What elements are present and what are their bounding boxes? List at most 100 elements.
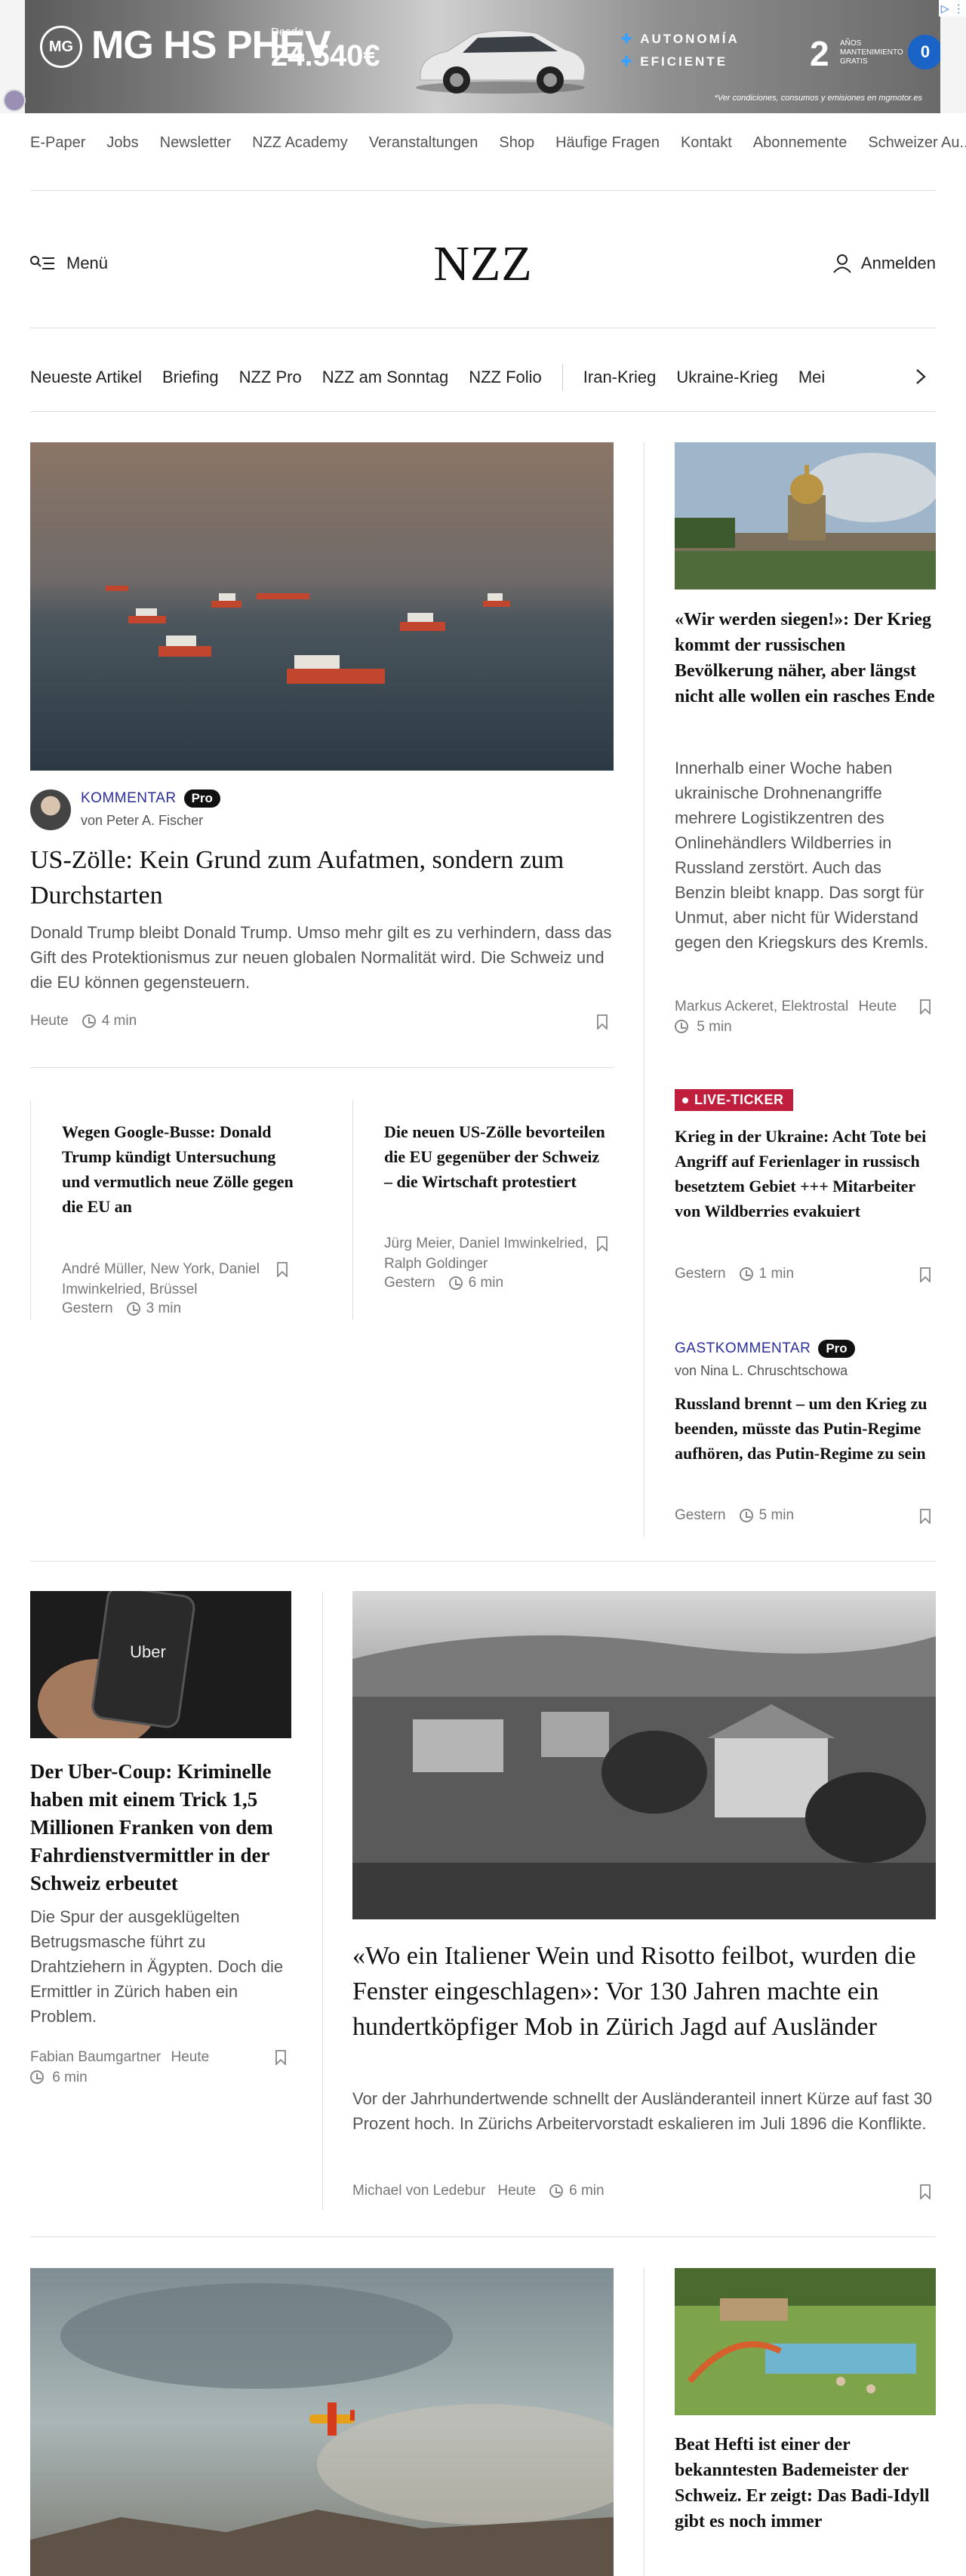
bookmark-icon[interactable]: [276, 1262, 288, 1277]
clock-icon: [549, 2184, 564, 2198]
login-button[interactable]: Anmelden: [832, 254, 936, 273]
section-nav-fade: [830, 355, 913, 400]
sub-story-2-date: Gestern: [384, 1275, 435, 1291]
site-logo[interactable]: NZZ: [0, 235, 966, 293]
plane-story-image[interactable]: [30, 2268, 614, 2576]
util-link-events[interactable]: Veranstaltungen: [369, 134, 478, 152]
column-divider: [644, 442, 645, 1537]
util-link-subscriptions[interactable]: Abonnemente: [753, 134, 848, 152]
kicker-label[interactable]: KOMMENTAR: [81, 790, 177, 807]
lead-story-kicker-row: KOMMENTAR Pro: [81, 789, 220, 808]
live-dot-icon: [682, 1097, 688, 1103]
util-link-swiss[interactable]: Schweizer Au...: [868, 134, 966, 152]
ad-banner[interactable]: MG MG HS PHEV Desde 24.540€ ✚ AUTONOMÍA ✚…: [0, 0, 966, 113]
clock-icon: [126, 1302, 140, 1316]
bookmark-icon[interactable]: [919, 999, 931, 1014]
card-border: [352, 1100, 353, 1319]
bookmark-icon[interactable]: [919, 2184, 931, 2199]
section-link-briefing[interactable]: Briefing: [162, 368, 219, 387]
bath-story-title[interactable]: Beat Hefti ist einer der bekanntesten Ba…: [675, 2432, 936, 2534]
sub-story-1-authors: André Müller, New York, Daniel Imwinkelr…: [62, 1261, 260, 1297]
topic-link-ukraine[interactable]: Ukraine-Krieg: [676, 368, 778, 387]
guest-story-meta: Gestern 5 min: [675, 1507, 794, 1524]
side-story-title[interactable]: «Wir werden siegen!»: Der Krieg kommt de…: [675, 607, 936, 709]
uber-story-meta: Fabian Baumgartner Heute 6 min: [30, 2047, 257, 2088]
util-link-contact[interactable]: Kontakt: [681, 134, 732, 152]
lead-story-author: von Peter A. Fischer: [81, 813, 204, 828]
util-link-academy[interactable]: NZZ Academy: [252, 134, 348, 152]
ad-feature-2: ✚ EFICIENTE: [621, 54, 728, 69]
util-link-epaper[interactable]: E-Paper: [30, 134, 85, 152]
uber-story-image[interactable]: Uber: [30, 1591, 291, 1738]
sub-story-1-readtime: 3 min: [146, 1300, 182, 1316]
side-story-image[interactable]: [675, 442, 936, 589]
lead-story-date: Heute: [30, 1013, 69, 1029]
sub-story-1-title[interactable]: Wegen Google-Busse: Donald Trump kündigt…: [62, 1119, 303, 1219]
side-story-summary: Innerhalb einer Woche haben ukrainische …: [675, 759, 929, 952]
divider: [30, 1561, 936, 1562]
ad-choices-icon[interactable]: ▷ ⋮: [939, 0, 966, 17]
ad-brand-logo: MG: [40, 26, 82, 68]
ad-badge: 0: [908, 35, 940, 69]
clock-icon: [30, 2070, 44, 2084]
bookmark-icon[interactable]: [919, 1509, 931, 1524]
section-link-pro[interactable]: NZZ Pro: [239, 368, 302, 387]
sub-story-2-authors: Jürg Meier, Daniel Imwinkelried, Ralph G…: [384, 1236, 588, 1272]
live-story-readtime: 1 min: [758, 1266, 795, 1282]
lead-story-title[interactable]: US-Zölle: Kein Grund zum Aufatmen, sonde…: [30, 842, 604, 913]
lead-story-image[interactable]: [30, 442, 614, 771]
live-story-title[interactable]: Krieg in der Ukraine: Acht Tote bei Angr…: [675, 1124, 936, 1223]
util-link-newsletter[interactable]: Newsletter: [160, 134, 231, 152]
ad-info-icon[interactable]: [3, 89, 26, 112]
uber-story-readtime: 6 min: [52, 2070, 88, 2085]
uber-story-date: Heute: [171, 2049, 210, 2065]
side-story-date: Heute: [858, 999, 897, 1014]
lead-story-summary: Donald Trump bleibt Donald Trump. Umso m…: [30, 923, 612, 992]
bookmark-icon[interactable]: [596, 1014, 608, 1029]
uber-story-title[interactable]: Der Uber-Coup: Kriminelle haben mit eine…: [30, 1758, 291, 1897]
chevron-right-icon[interactable]: [909, 365, 932, 388]
history-story-date: Heute: [497, 2183, 537, 2199]
util-link-jobs[interactable]: Jobs: [106, 134, 138, 152]
bookmark-icon[interactable]: [275, 2050, 287, 2065]
section-link-latest[interactable]: Neueste Artikel: [30, 368, 142, 387]
bookmark-icon[interactable]: [919, 1267, 931, 1282]
util-link-shop[interactable]: Shop: [499, 134, 534, 152]
side-story-readtime: 5 min: [697, 1019, 732, 1035]
uber-story-authors: Fabian Baumgartner: [30, 2049, 162, 2065]
sub-story-2-title[interactable]: Die neuen US-Zölle bevorteilen die EU ge…: [384, 1119, 611, 1194]
clock-icon: [739, 1509, 753, 1522]
topic-link-iran[interactable]: Iran-Krieg: [583, 368, 657, 387]
column-divider: [322, 1591, 323, 2210]
uber-logo-text: Uber: [130, 1642, 166, 1661]
ad-feature-1: ✚ AUTONOMÍA: [621, 32, 740, 46]
clock-icon: [675, 1020, 688, 1033]
author-avatar: [30, 789, 71, 830]
util-link-faq[interactable]: Häufige Fragen: [555, 134, 660, 152]
section-link-folio[interactable]: NZZ Folio: [469, 368, 542, 387]
guest-story-title[interactable]: Russland brennt – um den Krieg zu beende…: [675, 1391, 936, 1466]
sub-story-2-readtime: 6 min: [468, 1275, 504, 1291]
topic-link-more[interactable]: Mei: [798, 368, 825, 387]
live-story-meta: Gestern 1 min: [675, 1266, 794, 1282]
divider: [30, 190, 936, 191]
guest-story-author: von Nina L. Chruschtschowa: [675, 1363, 848, 1378]
divider: [30, 411, 936, 412]
bath-story-image[interactable]: [675, 2268, 936, 2415]
ad-creative[interactable]: MG MG HS PHEV Desde 24.540€ ✚ AUTONOMÍA ✚…: [25, 0, 940, 113]
kicker-label[interactable]: GASTKOMMENTAR: [675, 1340, 811, 1357]
bookmark-icon[interactable]: [596, 1236, 608, 1251]
section-link-sunday[interactable]: NZZ am Sonntag: [322, 368, 449, 387]
section-nav: Neueste Artikel Briefing NZZ Pro NZZ am …: [30, 362, 936, 392]
clock-icon: [448, 1276, 463, 1290]
guest-story-kicker-row: GASTKOMMENTAR Pro: [675, 1340, 855, 1358]
clock-icon: [739, 1267, 753, 1281]
history-story-title[interactable]: «Wo ein Italiener Wein und Risotto feilb…: [352, 1938, 936, 2045]
history-story-authors: Michael von Ledebur: [352, 2183, 486, 2199]
lead-story-readtime: 4 min: [101, 1013, 137, 1029]
side-story-meta: Markus Ackeret, Elektrostal Heute 5 min: [675, 996, 901, 1037]
lead-story-meta: Heute 4 min: [30, 1013, 137, 1029]
login-label: Anmelden: [860, 254, 936, 272]
guest-story-readtime: 5 min: [758, 1507, 795, 1523]
history-story-image[interactable]: [352, 1591, 936, 1919]
